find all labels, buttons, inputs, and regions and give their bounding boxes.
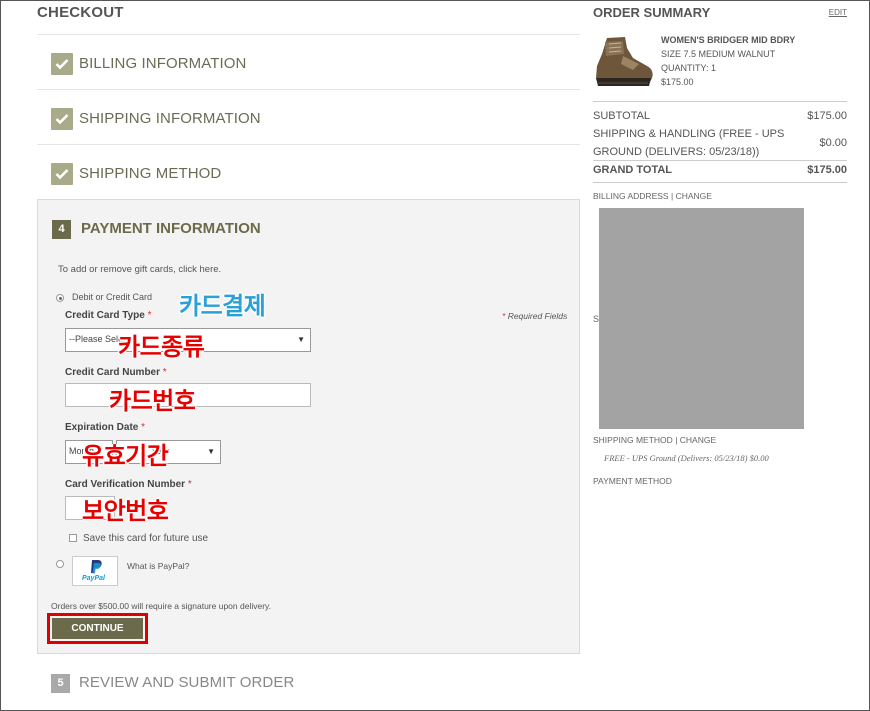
annotation-card-type: 카드종류 <box>118 333 205 361</box>
shipping-row: SHIPPING & HANDLING (FREE - UPS <box>593 128 785 140</box>
chevron-down-icon: ▼ <box>207 447 215 456</box>
divider <box>593 101 847 102</box>
save-card-label: Save this card for future use <box>83 533 209 544</box>
step-shipping-info[interactable]: SHIPPING INFORMATION <box>37 89 580 144</box>
paypal-logo: PayPal <box>72 556 118 586</box>
step-billing[interactable]: BILLING INFORMATION <box>37 34 580 89</box>
card-number-label: Credit Card Number * <box>65 367 167 378</box>
annotation-card-number: 카드번호 <box>109 387 196 415</box>
payment-panel: 4 PAYMENT INFORMATION To add or remove g… <box>37 199 580 654</box>
product-price: $175.00 <box>661 77 694 87</box>
required-fields-note: * Required Fields <box>502 311 568 321</box>
signature-note: Orders over $500.00 will require a signa… <box>51 601 272 611</box>
step-label: BILLING INFORMATION <box>79 55 247 72</box>
divider <box>593 160 847 161</box>
paypal-radio[interactable] <box>56 560 64 568</box>
cvn-label: Card Verification Number * <box>65 479 192 490</box>
paypal-icon <box>91 560 102 574</box>
change-link[interactable]: CHANGE <box>676 191 712 201</box>
page-title: CHECKOUT <box>37 4 124 21</box>
step-shipping-method[interactable]: SHIPPING METHOD <box>37 144 580 199</box>
payment-title: PAYMENT INFORMATION <box>81 220 261 237</box>
step-label: SHIPPING INFORMATION <box>79 110 261 127</box>
debit-credit-radio[interactable] <box>56 294 64 302</box>
redacted-address <box>599 208 804 429</box>
check-icon <box>51 163 73 185</box>
save-card-checkbox[interactable] <box>69 534 77 542</box>
continue-button[interactable]: CONTINUE <box>52 618 143 639</box>
annotation-security-code: 보안번호 <box>82 497 169 525</box>
shipping-row-2: GROUND (DELIVERS: 05/23/18)) <box>593 146 760 158</box>
continue-highlight: CONTINUE <box>47 613 148 644</box>
edit-link[interactable]: EDIT <box>829 8 847 17</box>
step-label: REVIEW AND SUBMIT ORDER <box>79 674 295 691</box>
shipping-method-detail: FREE - UPS Ground (Delivers: 05/23/18) $… <box>604 453 769 463</box>
debit-credit-label: Debit or Credit Card <box>72 292 153 302</box>
change-link[interactable]: CHANGE <box>680 435 716 445</box>
product-name: WOMEN'S BRIDGER MID BDRY <box>661 35 796 45</box>
step-number-badge: 4 <box>52 220 71 239</box>
annotation-expiration: 유효기간 <box>82 442 169 470</box>
check-icon <box>51 53 73 75</box>
product-quantity: QUANTITY: 1 <box>661 63 717 73</box>
what-is-paypal-link[interactable]: What is PayPal? <box>127 561 189 571</box>
product-size: SIZE 7.5 MEDIUM WALNUT <box>661 49 776 59</box>
step-number-badge: 5 <box>51 674 70 693</box>
order-summary-title: ORDER SUMMARY <box>593 5 711 20</box>
card-type-label: Credit Card Type * <box>65 310 152 321</box>
step-review[interactable]: 5 REVIEW AND SUBMIT ORDER <box>37 654 580 709</box>
expiration-label: Expiration Date * <box>65 422 146 433</box>
chevron-down-icon: ▼ <box>297 335 305 344</box>
payment-method-heading: PAYMENT METHOD <box>593 476 672 486</box>
check-icon <box>51 108 73 130</box>
subtotal-row: SUBTOTAL $175.00 <box>593 110 847 122</box>
billing-address-heading: BILLING ADDRESS | CHANGE <box>593 191 712 201</box>
shipping-method-heading: SHIPPING METHOD | CHANGE <box>593 435 717 445</box>
step-label: SHIPPING METHOD <box>79 165 222 182</box>
boot-image <box>596 37 653 86</box>
gift-card-link[interactable]: To add or remove gift cards, click here. <box>58 264 221 275</box>
divider <box>593 182 847 183</box>
annotation-card-payment: 카드결제 <box>179 292 266 320</box>
grand-total-row: GRAND TOTAL $175.00 <box>593 164 847 176</box>
